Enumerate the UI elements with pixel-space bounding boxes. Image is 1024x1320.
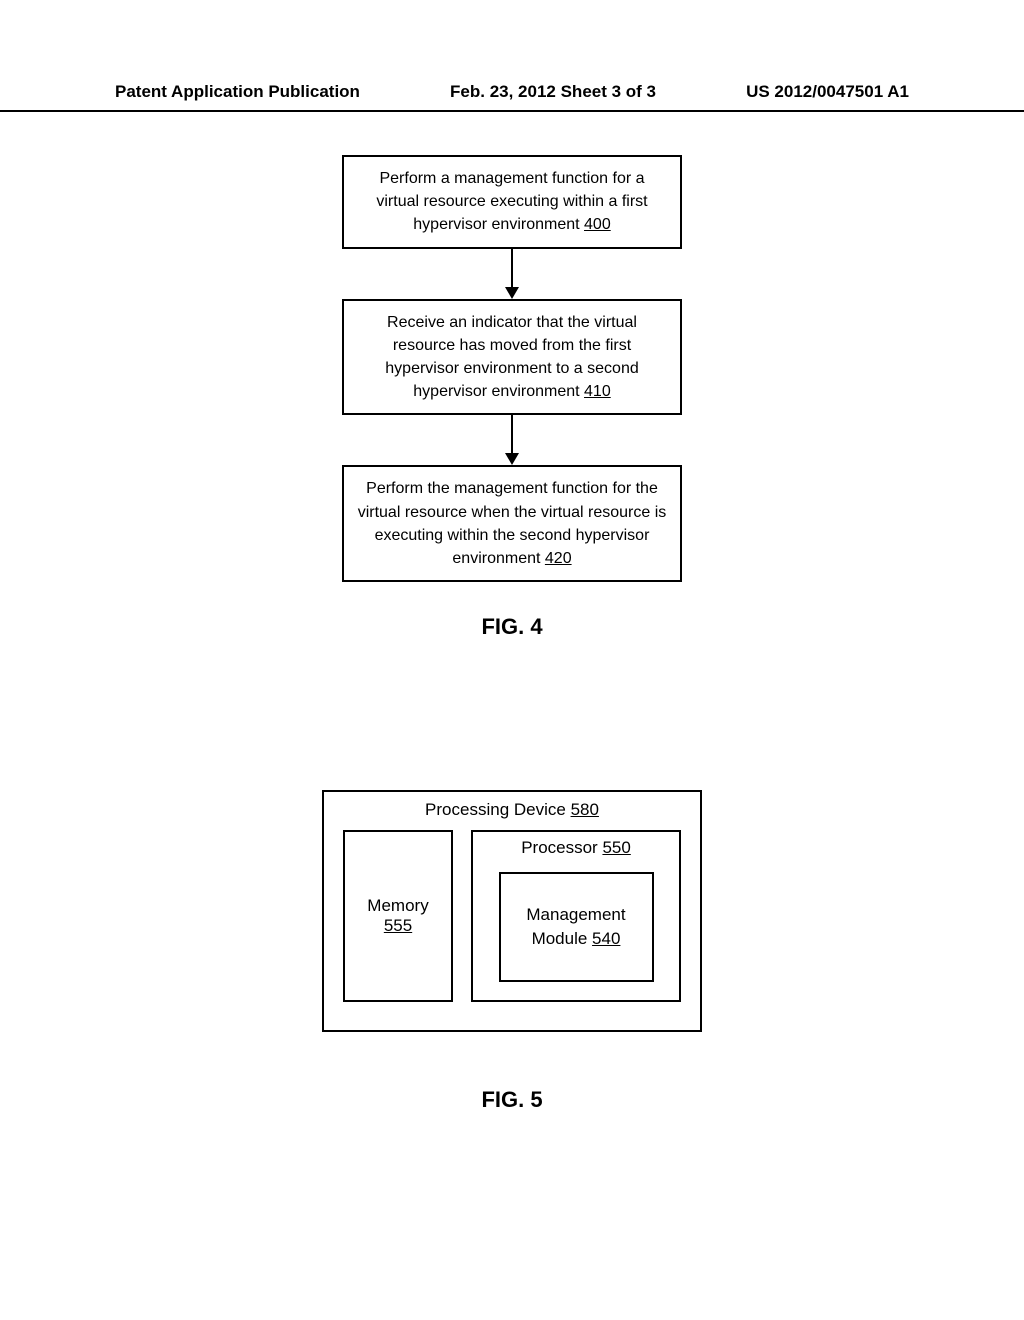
figure-4: Perform a management function for a virt… (0, 155, 1024, 640)
flow-step-text: Perform the management function for the … (358, 480, 667, 567)
header-publication: Patent Application Publication (115, 82, 360, 102)
mgmt-line1: Management (526, 903, 625, 927)
mgmt-line2-text: Module (532, 929, 592, 948)
memory-ref: 555 (384, 916, 412, 936)
processor-title: Processor 550 (521, 838, 631, 858)
figure-5-label: FIG. 5 (481, 1087, 542, 1113)
processing-device-title: Processing Device 580 (342, 800, 682, 820)
flow-step-400: Perform a management function for a virt… (342, 155, 682, 249)
flow-step-420: Perform the management function for the … (342, 465, 682, 582)
device-label-text: Processing Device (425, 800, 571, 819)
processor-ref: 550 (602, 838, 630, 857)
flow-step-410: Receive an indicator that the virtual re… (342, 299, 682, 416)
flow-step-ref: 420 (545, 550, 572, 567)
arrow-down-icon (505, 415, 519, 465)
flow-step-ref: 410 (584, 383, 611, 400)
flow-step-ref: 400 (584, 216, 611, 233)
memory-box: Memory 555 (343, 830, 453, 1002)
processing-device-box: Processing Device 580 Memory 555 Process… (322, 790, 702, 1032)
header-pub-number: US 2012/0047501 A1 (746, 82, 909, 102)
mgmt-line2-wrap: Module 540 (532, 927, 621, 951)
memory-label: Memory (367, 896, 428, 916)
figure-5: Processing Device 580 Memory 555 Process… (0, 790, 1024, 1113)
mgmt-ref: 540 (592, 929, 620, 948)
page-header: Patent Application Publication Feb. 23, … (0, 82, 1024, 112)
processor-label-text: Processor (521, 838, 602, 857)
arrow-down-icon (505, 249, 519, 299)
header-date-sheet: Feb. 23, 2012 Sheet 3 of 3 (450, 82, 656, 102)
processor-box: Processor 550 Management Module 540 (471, 830, 681, 1002)
management-module-box: Management Module 540 (499, 872, 654, 982)
device-ref: 580 (571, 800, 599, 819)
figure-4-label: FIG. 4 (481, 614, 542, 640)
